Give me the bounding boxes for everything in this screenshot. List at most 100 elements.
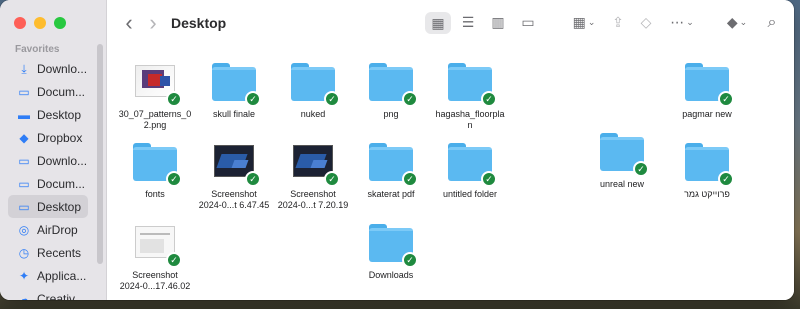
folder-icon: ▭	[18, 199, 30, 214]
sidebar-item-label: Docum...	[37, 176, 86, 191]
back-button[interactable]: ‹	[119, 0, 139, 45]
folder-icon: ✓	[598, 129, 649, 177]
group-by-button[interactable]: ▦ ⌄	[567, 0, 601, 45]
forward-button[interactable]: ›	[143, 0, 163, 45]
folder-icon: ✓	[289, 59, 340, 107]
folder-icon: ✓	[367, 139, 418, 187]
grid-icon: ▦	[431, 14, 445, 31]
columns-icon: ▥	[491, 14, 505, 30]
synced-checkmark-icon: ✓	[402, 91, 418, 107]
dropbox-menu-button[interactable]: ◆ ⌄	[723, 0, 751, 45]
sidebar-item[interactable]: ✦ Applica...	[8, 264, 88, 287]
sidebar-item[interactable]: ⤓ Downlo...	[8, 57, 88, 80]
folder-icon: ▭	[18, 153, 30, 168]
minimize-window-button[interactable]	[34, 17, 46, 29]
sidebar-list: ⤓ Downlo... ▭ Docum... ▬ Desktop ◆ Dropbox ▭ Down…	[0, 57, 106, 300]
synced-checkmark-icon: ✓	[245, 171, 261, 187]
dropbox-icon: ◆	[726, 14, 738, 30]
file-item[interactable]: ✓ Screenshot 2024-0...17.46.02	[115, 220, 195, 292]
sidebar-item[interactable]: ▭ Docum...	[8, 172, 88, 195]
sidebar-item[interactable]: ☁ Creativ...	[8, 287, 88, 301]
file-name-label: Screenshot 2024-0...t 6.47.45	[198, 189, 270, 210]
more-actions-button[interactable]: ⋯ ⌄	[665, 0, 699, 45]
dropbox-icon: ◆	[19, 130, 29, 145]
view-as-gallery-button[interactable]: ▭	[515, 0, 541, 45]
folder-item[interactable]: ✓ untitled folder	[430, 139, 510, 200]
close-window-button[interactable]	[14, 17, 26, 29]
folder-icon: ✓	[131, 139, 182, 187]
file-name-label: Downloads	[368, 270, 414, 280]
file-name-label: fonts	[145, 189, 165, 199]
document-icon: ▭	[18, 84, 30, 99]
folder-icon: ✓	[367, 220, 418, 268]
folder-item[interactable]: ✓ png	[351, 59, 431, 120]
group-icon: ▦	[572, 14, 586, 30]
synced-checkmark-icon: ✓	[718, 171, 734, 187]
folder-item[interactable]: ✓ skaterat pdf	[351, 139, 431, 200]
sidebar-item[interactable]: ▭ Desktop	[8, 195, 88, 218]
sidebar-item[interactable]: ▬ Desktop	[8, 103, 88, 126]
sidebar: Favorites ⤓ Downlo... ▭ Docum... ▬ Desktop ◆ Dr…	[0, 0, 107, 300]
synced-checkmark-icon: ✓	[718, 91, 734, 107]
favorites-section-label: Favorites	[15, 44, 60, 55]
synced-checkmark-icon: ✓	[402, 252, 418, 268]
sidebar-item-label: Applica...	[37, 268, 87, 283]
sidebar-item-label: Recents	[37, 245, 82, 260]
folder-item[interactable]: ✓ fonts	[115, 139, 195, 200]
sidebar-scrollbar[interactable]	[97, 44, 103, 264]
sidebar-item[interactable]: ▭ Docum...	[8, 80, 88, 103]
folder-item[interactable]: ✓ hagasha_floorpla n	[430, 59, 510, 131]
ellipsis-circle-icon: ⋯	[670, 14, 685, 30]
chevron-down-icon: ⌄	[686, 17, 694, 27]
tag-icon: ◇	[640, 14, 652, 30]
synced-checkmark-icon: ✓	[166, 252, 182, 268]
window-controls	[14, 17, 66, 29]
folder-item[interactable]: ✓ nuked	[273, 59, 353, 120]
synced-checkmark-icon: ✓	[481, 171, 497, 187]
folder-icon: ▭	[18, 176, 30, 191]
finder-window: Favorites ⤓ Downlo... ▭ Docum... ▬ Desktop ◆ Dr…	[0, 0, 794, 300]
file-name-label: Screenshot 2024-0...t 7.20.19	[277, 189, 349, 210]
file-name-label: skaterat pdf	[367, 189, 415, 199]
search-button[interactable]: ⌕	[761, 0, 783, 45]
zoom-window-button[interactable]	[54, 17, 66, 29]
sidebar-item-label: Desktop	[37, 199, 82, 214]
image-thumbnail: ✓	[131, 220, 182, 268]
synced-checkmark-icon: ✓	[324, 171, 340, 187]
sidebar-item[interactable]: ◷ Recents	[8, 241, 88, 264]
sidebar-item[interactable]: ▭ Downlo...	[8, 149, 88, 172]
chevron-down-icon: ⌄	[739, 17, 748, 27]
sidebar-item-label: Downlo...	[37, 61, 88, 76]
share-button[interactable]: ⇪	[607, 0, 629, 45]
clock-icon: ◷	[18, 245, 30, 260]
sidebar-item-label: Creativ...	[37, 291, 85, 301]
sidebar-item-label: Downlo...	[37, 153, 88, 168]
sidebar-item[interactable]: ◆ Dropbox	[8, 126, 88, 149]
file-name-label: pagmar new	[682, 109, 732, 119]
desktop-icon: ▬	[18, 107, 30, 122]
folder-item[interactable]: ✓ pagmar new	[667, 59, 747, 120]
folder-item[interactable]: ✓ פרוייקט גמר	[667, 139, 747, 200]
file-item[interactable]: ✓ Screenshot 2024-0...t 6.47.45	[194, 139, 274, 211]
search-icon: ⌕	[767, 13, 777, 31]
sidebar-item[interactable]: ◎ AirDrop	[8, 218, 88, 241]
chevron-left-icon: ‹	[125, 9, 133, 35]
synced-checkmark-icon: ✓	[481, 91, 497, 107]
airdrop-icon: ◎	[18, 222, 30, 237]
file-item[interactable]: ✓ 30_07_patterns_0 2.png	[115, 59, 195, 131]
folder-icon: ✓	[367, 59, 418, 107]
folder-item[interactable]: ✓ unreal new	[582, 129, 662, 190]
file-item[interactable]: ✓ Screenshot 2024-0...t 7.20.19	[273, 139, 353, 211]
view-as-columns-button[interactable]: ▥	[485, 0, 511, 45]
view-as-list-button[interactable]: ☰	[455, 0, 481, 45]
folder-item[interactable]: ✓ Downloads	[351, 220, 431, 281]
image-thumbnail: ✓	[289, 139, 340, 187]
file-name-label: 30_07_patterns_0 2.png	[118, 109, 192, 130]
window-title: Desktop	[171, 14, 227, 31]
view-as-icons-button[interactable]: ▦	[425, 12, 451, 34]
folder-item[interactable]: ✓ skull finale	[194, 59, 274, 120]
sidebar-item-label: Dropbox	[37, 130, 83, 145]
folder-icon: ✓	[210, 59, 261, 107]
file-name-label: hagasha_floorpla n	[435, 109, 505, 130]
tags-button[interactable]: ◇	[635, 0, 657, 45]
